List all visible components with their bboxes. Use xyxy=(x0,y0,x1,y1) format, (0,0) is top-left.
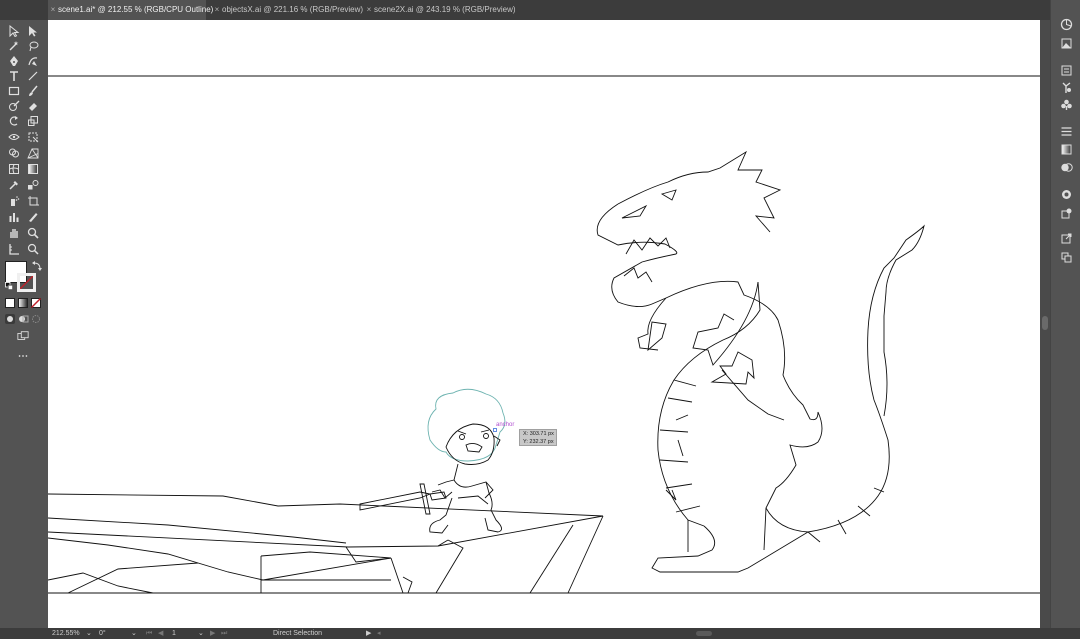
ruler-icon[interactable] xyxy=(7,242,21,256)
direct-selection-icon[interactable] xyxy=(26,24,40,38)
status-scroll-icon[interactable]: ◂ xyxy=(377,628,381,639)
align-icon[interactable] xyxy=(1058,123,1074,139)
draw-behind-icon[interactable] xyxy=(17,313,29,325)
tab-scene1[interactable]: × scene1.ai* @ 212.55 % (RGB/CPU Outline) xyxy=(48,0,213,20)
rectangle-icon[interactable] xyxy=(7,84,21,98)
coordinate-tooltip: X: 303.71 px Y: 232.37 px xyxy=(519,429,557,446)
transparency-icon[interactable] xyxy=(1058,159,1074,175)
zoom-icon[interactable] xyxy=(26,226,40,240)
none-mode-icon[interactable] xyxy=(30,297,42,309)
coordinate-y: Y: 232.37 px xyxy=(523,438,554,445)
eyedropper-icon[interactable] xyxy=(7,178,21,192)
more-tools-icon[interactable] xyxy=(16,351,30,361)
tab-label: scene1.ai* @ 212.55 % (RGB/CPU Outline) xyxy=(58,5,214,14)
type-icon[interactable] xyxy=(7,69,21,83)
panel-dock xyxy=(1050,0,1080,639)
scale-icon[interactable] xyxy=(26,114,40,128)
tab-objectsx[interactable]: × objectsX.ai @ 221.16 % (RGB/Preview) xyxy=(212,0,364,20)
graphic-styles-icon[interactable] xyxy=(1058,205,1074,221)
document-tab-bar: × scene1.ai* @ 212.55 % (RGB/CPU Outline)… xyxy=(0,0,1080,20)
width-icon[interactable] xyxy=(7,130,21,144)
artboard-number-field[interactable]: 1 xyxy=(172,628,176,639)
scrollbar-thumb[interactable] xyxy=(1042,316,1048,330)
zoom-tool-icon[interactable] xyxy=(26,242,40,256)
next-artboard-icon[interactable]: ▶ xyxy=(210,628,215,639)
status-menu-icon[interactable]: ▶ xyxy=(366,628,371,639)
gradient-icon[interactable] xyxy=(26,162,40,176)
anchor-hint-label: anchor xyxy=(496,422,515,428)
layers-icon[interactable] xyxy=(1058,249,1074,265)
eraser-icon[interactable] xyxy=(26,99,40,113)
pen-icon[interactable] xyxy=(7,54,21,68)
current-tool-label: Direct Selection xyxy=(273,630,323,637)
tab-label: scene2X.ai @ 243.19 % (RGB/Preview) xyxy=(374,5,516,14)
first-artboard-icon[interactable]: ⏮ xyxy=(146,628,152,639)
line-segment-icon[interactable] xyxy=(26,69,40,83)
magic-wand-icon[interactable] xyxy=(7,39,21,53)
draw-inside-icon[interactable] xyxy=(30,313,42,325)
previous-artboard-icon[interactable]: ◀ xyxy=(158,628,163,639)
properties-icon[interactable] xyxy=(1058,62,1074,78)
color-mode-icon[interactable] xyxy=(4,297,16,309)
zoom-level-field[interactable]: 212.55% xyxy=(52,628,80,639)
selection-icon[interactable] xyxy=(7,24,21,38)
swap-colors-icon[interactable] xyxy=(30,259,44,273)
close-tab-icon[interactable]: × xyxy=(364,0,374,20)
rotation-field[interactable]: 0° xyxy=(99,628,106,639)
tab-scene2x[interactable]: × scene2X.ai @ 243.19 % (RGB/Preview) xyxy=(364,0,516,20)
artboard-dropdown-icon[interactable]: ⌄ xyxy=(198,628,204,639)
artboard-canvas[interactable]: anchor X: 303.71 px Y: 232.37 px xyxy=(48,20,1040,628)
gradient-mode-icon[interactable] xyxy=(17,297,29,309)
free-transform-icon[interactable] xyxy=(26,130,40,144)
brushes-icon[interactable] xyxy=(1058,96,1074,112)
default-colors-icon[interactable] xyxy=(5,282,14,291)
tab-label: objectsX.ai @ 221.16 % (RGB/Preview) xyxy=(222,5,364,14)
column-graph-icon[interactable] xyxy=(7,210,21,224)
lasso-icon[interactable] xyxy=(26,39,40,53)
rotation-dropdown-icon[interactable]: ⌄ xyxy=(131,628,137,639)
artboard-icon[interactable] xyxy=(26,194,40,208)
perspective-grid-icon[interactable] xyxy=(26,146,40,160)
paintbrush-icon[interactable] xyxy=(26,84,40,98)
last-artboard-icon[interactable]: ⏭ xyxy=(221,628,227,639)
rotate-icon[interactable] xyxy=(7,114,21,128)
appearance-icon[interactable] xyxy=(1058,186,1074,202)
outline-artwork xyxy=(48,75,1040,594)
slice-icon[interactable] xyxy=(26,210,40,224)
screen-mode-icon[interactable] xyxy=(16,330,30,342)
blend-icon[interactable] xyxy=(26,178,40,192)
symbol-sprayer-icon[interactable] xyxy=(7,194,21,208)
mesh-icon[interactable] xyxy=(7,162,21,176)
symbols-icon[interactable] xyxy=(1058,79,1074,95)
zoom-dropdown-icon[interactable]: ⌄ xyxy=(86,628,92,639)
shaper-icon[interactable] xyxy=(7,99,21,113)
close-tab-icon[interactable]: × xyxy=(48,0,58,20)
horizontal-scroll-thumb[interactable] xyxy=(696,631,712,636)
libraries-icon[interactable] xyxy=(1058,35,1074,51)
close-tab-icon[interactable]: × xyxy=(212,0,222,20)
curvature-icon[interactable] xyxy=(26,54,40,68)
stroke-color-swatch[interactable] xyxy=(17,273,36,292)
status-bar: 212.55% ⌄ 0° ⌄ ⏮ ◀ 1 ⌄ ▶ ⏭ Direct Select… xyxy=(0,628,1080,639)
draw-normal-icon[interactable] xyxy=(4,313,16,325)
export-icon[interactable] xyxy=(1058,230,1074,246)
gradient-panel-icon[interactable] xyxy=(1058,141,1074,157)
coordinate-x: X: 303.71 px xyxy=(523,431,554,437)
shape-builder-icon[interactable] xyxy=(7,146,21,160)
vertical-scrollbar[interactable] xyxy=(1040,20,1050,628)
color-guide-icon[interactable] xyxy=(1058,16,1074,32)
hand-icon[interactable] xyxy=(7,226,21,240)
